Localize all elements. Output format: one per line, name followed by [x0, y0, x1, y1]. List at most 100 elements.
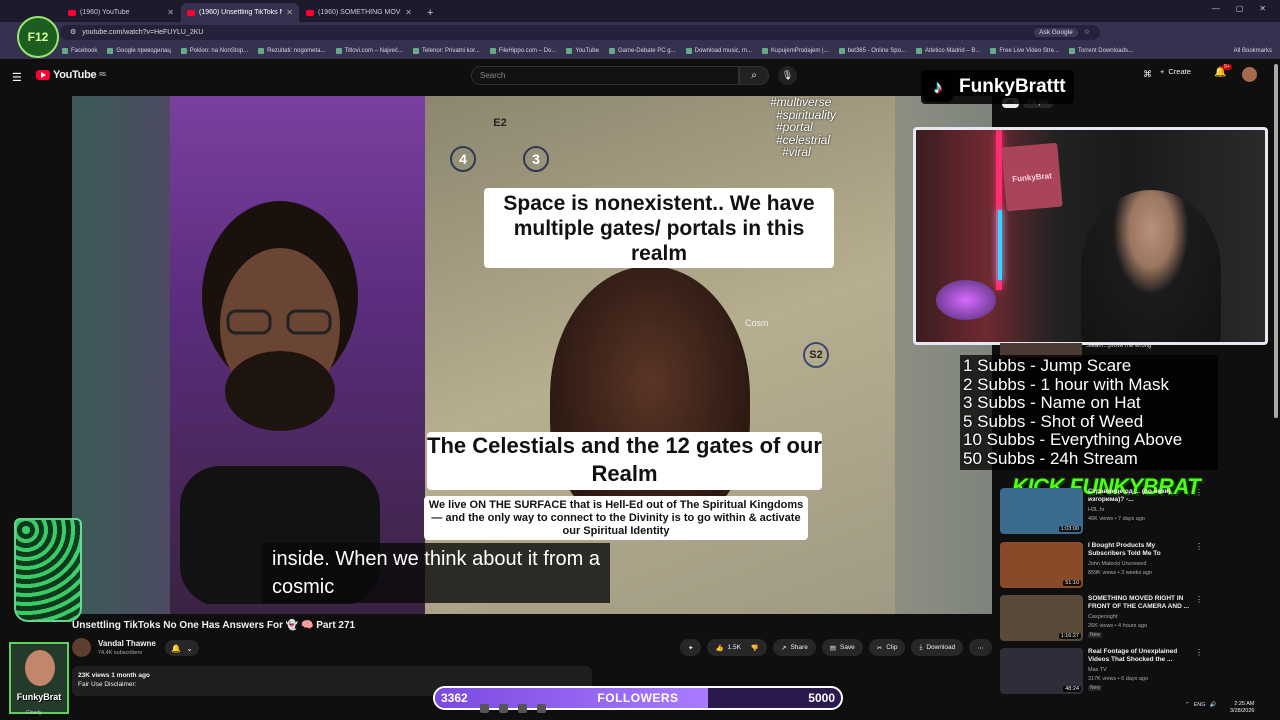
video-actions: ✦ 👍 1.5K 👎 ↗ Share ▤ Save ✂ Clip ⤓ Download ⋯	[680, 639, 992, 656]
save-icon: ▤	[829, 644, 836, 652]
close-tab-icon[interactable]: ✕	[286, 8, 293, 17]
bookmark-item[interactable]: YouTube	[566, 47, 599, 54]
recommended-title[interactable]: SOMETHING MOVED RIGHT IN FRONT OF THE CA…	[1088, 595, 1192, 611]
all-bookmarks-button[interactable]: All Bookmarks	[1234, 48, 1280, 54]
more-options-icon[interactable]: ⋮	[1195, 488, 1203, 497]
more-options-icon[interactable]: ⋮	[1195, 542, 1203, 551]
recommended-video[interactable]: 1:16:27 SOMETHING MOVED RIGHT IN FRONT OF…	[1000, 595, 1205, 645]
taskbar-app-icon[interactable]	[537, 704, 546, 713]
video-thumbnail[interactable]: 51:10	[1000, 542, 1083, 588]
bookmark-item[interactable]: Titlovi.com – Najveć...	[335, 47, 403, 54]
bookmark-item[interactable]: Poklon: na NonStop...	[180, 47, 248, 54]
site-info-icon[interactable]: ⚙	[70, 28, 76, 36]
minimize-icon[interactable]: —	[1212, 4, 1220, 13]
sub-goal-item: 5 Subbs - Shot of Weed	[963, 411, 1144, 431]
recommended-title[interactable]: Стравнице од ... (по некиј изгорима)? -.…	[1088, 488, 1192, 504]
weather-label: Cloudy	[26, 710, 42, 716]
browser-tab-2[interactable]: (1960) Unsettling TikToks N ✕	[181, 3, 299, 22]
bookmark-item[interactable]: Telenor: Privatni kor...	[412, 47, 480, 54]
bookmark-item[interactable]: Torrent Downloads...	[1068, 47, 1133, 54]
save-button[interactable]: ▤ Save	[821, 639, 863, 656]
close-tab-icon[interactable]: ✕	[167, 8, 174, 17]
menu-icon[interactable]: ☰	[12, 71, 22, 84]
bookmark-favicon-icon	[608, 47, 615, 54]
youtube-logo[interactable]: YouTube RS	[36, 69, 106, 81]
sub-goal-item: 50 Subbs - 24h Stream	[963, 448, 1138, 468]
browser-tab-1[interactable]: (1960) YouTube ✕	[62, 3, 180, 22]
bookmark-favicon-icon	[915, 47, 922, 54]
bookmark-item[interactable]: KupujemProdajem |...	[762, 47, 829, 54]
youtube-header: ☰ YouTube RS Search ⌕ 🎙 ⌘ + Create 🔔 9+	[0, 59, 1280, 93]
system-clock[interactable]: 2:25 AM 3/28/2026	[1230, 701, 1254, 714]
taskbar-icons	[480, 704, 546, 713]
funkybrat-sign: FunkyBrat	[1001, 142, 1063, 212]
hashtags-overlay: #multiverse #spirituality #portal #celestri…	[762, 96, 836, 159]
bookmark-favicon-icon	[62, 47, 68, 54]
bookmark-favicon-icon	[1068, 47, 1075, 54]
recommended-title[interactable]: Real Footage of Unexplained Videos That …	[1088, 648, 1192, 664]
new-tab-button[interactable]: +	[419, 7, 441, 22]
youtube-play-icon	[36, 70, 50, 80]
recommended-title[interactable]: I Bought Products My Subscribers Told Me…	[1088, 542, 1192, 558]
taskbar-app-icon[interactable]	[480, 704, 489, 713]
more-options-icon[interactable]: ⋮	[1195, 648, 1203, 657]
subscription-bell-dropdown[interactable]: 🔔 ⌄	[165, 640, 199, 656]
video-duration: 51:10	[1063, 580, 1081, 586]
microphone-icon[interactable]: 🎙	[778, 66, 797, 85]
more-options-icon[interactable]: ⋮	[1195, 595, 1203, 604]
ask-google-button[interactable]: Ask Google	[1034, 27, 1078, 37]
close-window-icon[interactable]: ✕	[1259, 4, 1266, 13]
taskbar-app-icon[interactable]	[518, 704, 527, 713]
browser-tab-3[interactable]: (1960) SOMETHING MOVED RI✕	[300, 3, 418, 22]
create-button[interactable]: + Create	[1160, 67, 1191, 76]
streamer-avatar-overlay: FunkyBrat	[9, 642, 69, 714]
page-scrollbar[interactable]	[1274, 64, 1278, 418]
channel-avatar[interactable]	[72, 638, 91, 657]
search-input[interactable]: Search	[471, 66, 739, 85]
volume-icon[interactable]: 🔊	[1210, 702, 1217, 708]
clip-button[interactable]: ✂ Clip	[868, 639, 906, 656]
tray-chevron-icon[interactable]: ⌃	[1185, 702, 1190, 708]
streamer-face	[25, 650, 55, 686]
video-thumbnail[interactable]: 48:24	[1000, 648, 1083, 694]
bookmark-item[interactable]: Rezultati: nogometa...	[258, 47, 326, 54]
bookmark-item[interactable]: Free Live Video Stre...	[990, 47, 1059, 54]
video-player[interactable]: 4 3 E2 S2 Cosm #multiverse #spirituality #…	[72, 96, 992, 614]
video-thumbnail[interactable]: 1:16:27	[1000, 595, 1083, 641]
hashtag: #viral	[782, 145, 811, 159]
channel-name[interactable]: Vandal Thawne	[98, 639, 156, 648]
bookmark-favicon-icon	[489, 47, 496, 54]
bookmark-item[interactable]: Atletico Madrid – B...	[915, 47, 980, 54]
bookmark-item[interactable]: Game-Debate PC g...	[608, 47, 676, 54]
share-button[interactable]: ↗ Share	[773, 639, 816, 656]
url-field[interactable]: ⚙ youtube.com/watch?v=HeFUYLU_2KU Ask Go…	[60, 24, 1100, 40]
download-button[interactable]: ⤓ Download	[911, 639, 964, 656]
video-thumbnail[interactable]: 1:03:00	[1000, 488, 1083, 534]
bookmark-star-icon[interactable]: ☆	[1084, 28, 1090, 36]
user-avatar[interactable]	[1242, 67, 1257, 82]
bookmark-item[interactable]: Google преводилац	[107, 47, 171, 54]
dislike-icon[interactable]: 👎	[751, 644, 759, 652]
sparkle-icon: ✦	[688, 644, 694, 652]
close-tab-icon[interactable]: ✕	[405, 8, 412, 17]
recommended-video[interactable]: 51:10 I Bought Products My Subscribers To…	[1000, 542, 1205, 592]
bookmark-item[interactable]: FileHippo.com – Do...	[489, 47, 556, 54]
maximize-icon[interactable]: ▢	[1236, 4, 1244, 13]
map-marker: S2	[803, 342, 829, 368]
taskbar-app-icon[interactable]	[499, 704, 508, 713]
recommended-video[interactable]: 48:24 Real Footage of Unexplained Videos …	[1000, 648, 1205, 698]
more-actions-button[interactable]: ⋯	[969, 639, 992, 656]
bookmark-item[interactable]: Facebook	[62, 47, 97, 54]
ai-ask-button[interactable]: ✦	[680, 639, 702, 656]
recommended-video[interactable]: 1:03:00 Стравнице од ... (по некиј изгори…	[1000, 488, 1205, 538]
like-button[interactable]: 👍 1.5K 👎	[707, 639, 768, 656]
bell-icon: 🔔	[171, 643, 182, 653]
youtube-favicon-icon	[187, 9, 195, 16]
youtube-favicon-icon	[68, 9, 76, 16]
bookmark-item[interactable]: bet365 - Online Spo...	[838, 47, 906, 54]
caption-top: Space is nonexistent.. We have multiple …	[484, 188, 834, 268]
create-video-icon[interactable]: ⌘	[1143, 69, 1152, 80]
search-icon[interactable]: ⌕	[739, 66, 769, 85]
bookmark-item[interactable]: Download music, m...	[685, 47, 752, 54]
f12-overlay-logo: F12	[17, 16, 59, 58]
